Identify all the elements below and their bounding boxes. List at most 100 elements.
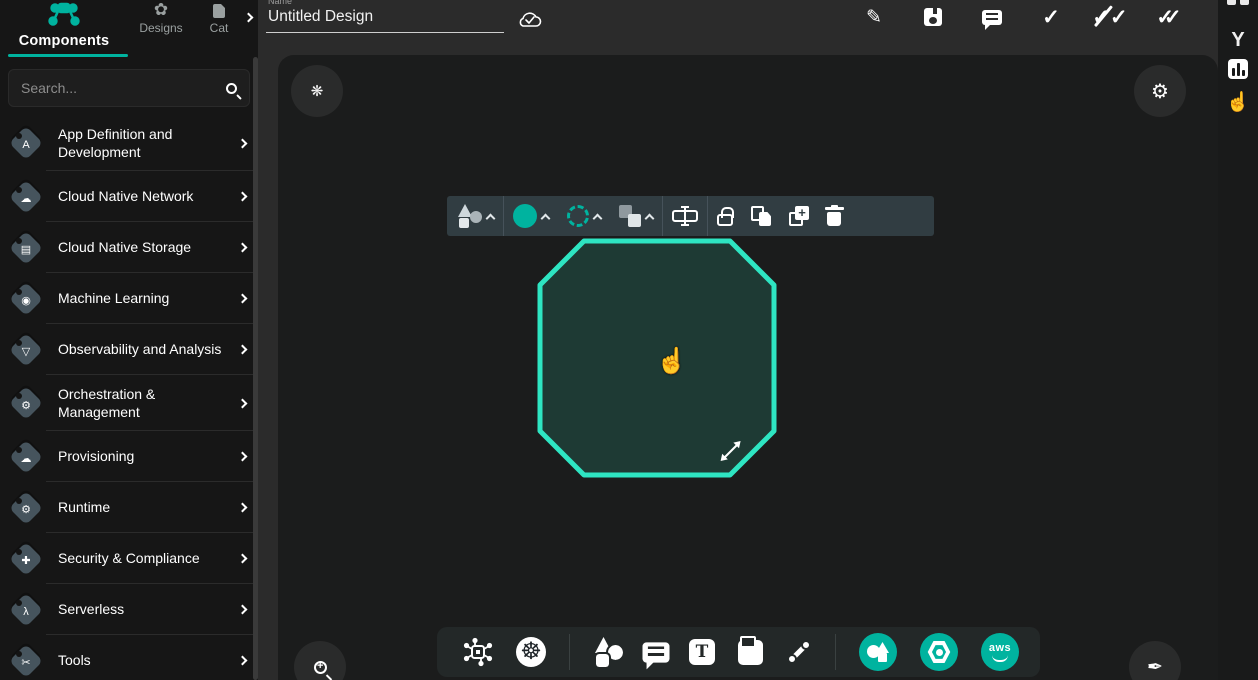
app-definition-icon: A — [8, 125, 44, 161]
category-orchestration[interactable]: ⚙ Orchestration & Management — [0, 375, 258, 431]
bar-chart-icon — [1228, 59, 1248, 79]
category-label: Orchestration & Management — [58, 385, 239, 421]
validate-button[interactable]: ✓ — [1038, 4, 1064, 30]
lock-button[interactable] — [708, 196, 742, 236]
comment-icon — [982, 10, 1002, 25]
canvas-bottom-toolbar: ☸ T — [437, 627, 1040, 677]
shape-picker-button[interactable] — [447, 196, 503, 236]
duplicate-button[interactable] — [742, 196, 780, 236]
hexagon-library-button[interactable] — [920, 633, 958, 671]
category-provisioning[interactable]: ☁ Provisioning — [0, 431, 258, 482]
pencil-icon: ✎ — [866, 6, 882, 29]
serverless-icon: λ — [8, 592, 44, 628]
fill-color-button[interactable] — [504, 196, 558, 236]
category-security[interactable]: ✚ Security & Compliance — [0, 533, 258, 584]
link-nodes-icon — [786, 639, 812, 665]
component-search[interactable] — [8, 69, 250, 107]
category-cloud-native-network[interactable]: ☁ Cloud Native Network — [0, 171, 258, 222]
tab-catalog-label: Cat — [210, 21, 229, 35]
delete-button[interactable] — [818, 196, 850, 236]
category-label: Machine Learning — [58, 289, 239, 307]
category-cloud-native-storage[interactable]: ▤ Cloud Native Storage — [0, 222, 258, 273]
category-tools[interactable]: ✂ Tools — [0, 635, 258, 680]
deploy-button[interactable]: ✓✓ — [1156, 4, 1182, 30]
tab-components[interactable]: Components — [0, 1, 128, 57]
teal-shapes-icon — [867, 642, 889, 662]
sidebar-scrollbar[interactable] — [253, 57, 258, 680]
undeploy-button[interactable]: ✓✓ — [1097, 4, 1123, 30]
gear-icon: ⚙ — [1151, 79, 1169, 104]
ml-icon: ◉ — [8, 281, 44, 317]
category-label: Observability and Analysis — [58, 340, 239, 358]
aws-smile-icon — [992, 655, 1008, 662]
sidebar-tabstrip: Components ✿ Designs Cat — [0, 0, 258, 57]
teal-aws-icon: aws — [989, 643, 1011, 662]
category-runtime[interactable]: ⚙ Runtime — [0, 482, 258, 533]
fill-color-swatch — [513, 204, 537, 228]
dashed-ring-icon — [567, 205, 589, 227]
design-canvas[interactable]: ❋ ⚙ ✒ ☝ — [278, 55, 1218, 680]
teal-hexagon-icon — [927, 640, 951, 664]
comment-button[interactable] — [979, 4, 1005, 30]
arrange-button[interactable] — [610, 196, 662, 236]
chevron-right-icon — [238, 605, 248, 615]
designs-logo-icon: ✿ — [154, 1, 168, 18]
chevron-up-icon — [541, 213, 551, 223]
design-header: Name ✎ ✓ ✓✓ ✓✓ — [258, 0, 1218, 55]
chevron-up-icon — [593, 213, 603, 223]
check-icon: ✓ — [1042, 5, 1060, 30]
category-label: Provisioning — [58, 447, 239, 465]
design-name-input[interactable] — [266, 6, 504, 33]
toolbar-divider — [835, 634, 836, 670]
orchestration-icon: ⚙ — [8, 385, 44, 421]
edge-tool-button[interactable] — [786, 639, 812, 665]
canvas-settings-button[interactable]: ❋ — [291, 65, 343, 117]
zoom-in-button[interactable] — [294, 641, 346, 680]
shapes-library-button[interactable] — [859, 633, 897, 671]
category-label: App Definition and Development — [58, 125, 239, 161]
node-context-toolbar: + — [447, 196, 934, 236]
tab-designs[interactable]: ✿ Designs — [128, 1, 194, 57]
chevron-right-icon — [238, 243, 248, 253]
text-tool-button[interactable]: T — [689, 639, 715, 665]
rename-button[interactable] — [663, 196, 707, 236]
components-tool-button[interactable] — [463, 637, 493, 667]
floppy-icon — [924, 8, 942, 26]
category-app-definition[interactable]: A App Definition and Development — [0, 115, 258, 171]
interactive-mode-button[interactable]: ☝ — [1218, 88, 1258, 116]
category-machine-learning[interactable]: ◉ Machine Learning — [0, 273, 258, 324]
category-label: Cloud Native Storage — [58, 238, 239, 256]
lock-icon — [717, 214, 733, 226]
search-icon — [226, 83, 237, 94]
search-input[interactable] — [21, 80, 226, 96]
chevron-right-icon — [238, 398, 248, 408]
save-button[interactable] — [920, 4, 946, 30]
chevron-right-icon — [238, 192, 248, 202]
kubernetes-tool-button[interactable]: ☸ — [516, 637, 546, 667]
pen-nib-icon: ✒ — [1147, 656, 1163, 679]
edit-button[interactable]: ✎ — [861, 4, 887, 30]
tabs-scroll-right-button[interactable] — [245, 8, 252, 26]
aws-label: aws — [989, 643, 1011, 654]
preferences-button[interactable]: ⚙ — [1134, 65, 1186, 117]
security-icon: ✚ — [8, 541, 44, 577]
add-to-group-button[interactable]: + — [780, 196, 818, 236]
comment-tool-button[interactable] — [646, 645, 666, 660]
category-serverless[interactable]: λ Serverless — [0, 584, 258, 635]
stroke-style-button[interactable] — [558, 196, 610, 236]
components-sidebar: Components ✿ Designs Cat A App Definitio… — [0, 0, 258, 680]
category-label: Security & Compliance — [58, 549, 239, 567]
merge-button[interactable]: Y — [1218, 26, 1258, 54]
dashboard-button[interactable] — [1218, 55, 1258, 83]
resize-handle-icon[interactable] — [719, 441, 741, 463]
shapes-tool-button[interactable] — [593, 637, 623, 667]
storage-icon: ▤ — [8, 230, 44, 266]
chevron-right-icon — [238, 452, 248, 462]
catalog-page-icon — [213, 4, 225, 18]
shapes-icon — [456, 204, 482, 228]
freehand-draw-button[interactable]: ✒ — [1129, 641, 1181, 680]
category-observability[interactable]: ▽ Observability and Analysis — [0, 324, 258, 375]
note-tool-button[interactable] — [738, 640, 763, 665]
tab-catalog[interactable]: Cat — [194, 4, 244, 57]
aws-library-button[interactable]: aws — [981, 633, 1019, 671]
